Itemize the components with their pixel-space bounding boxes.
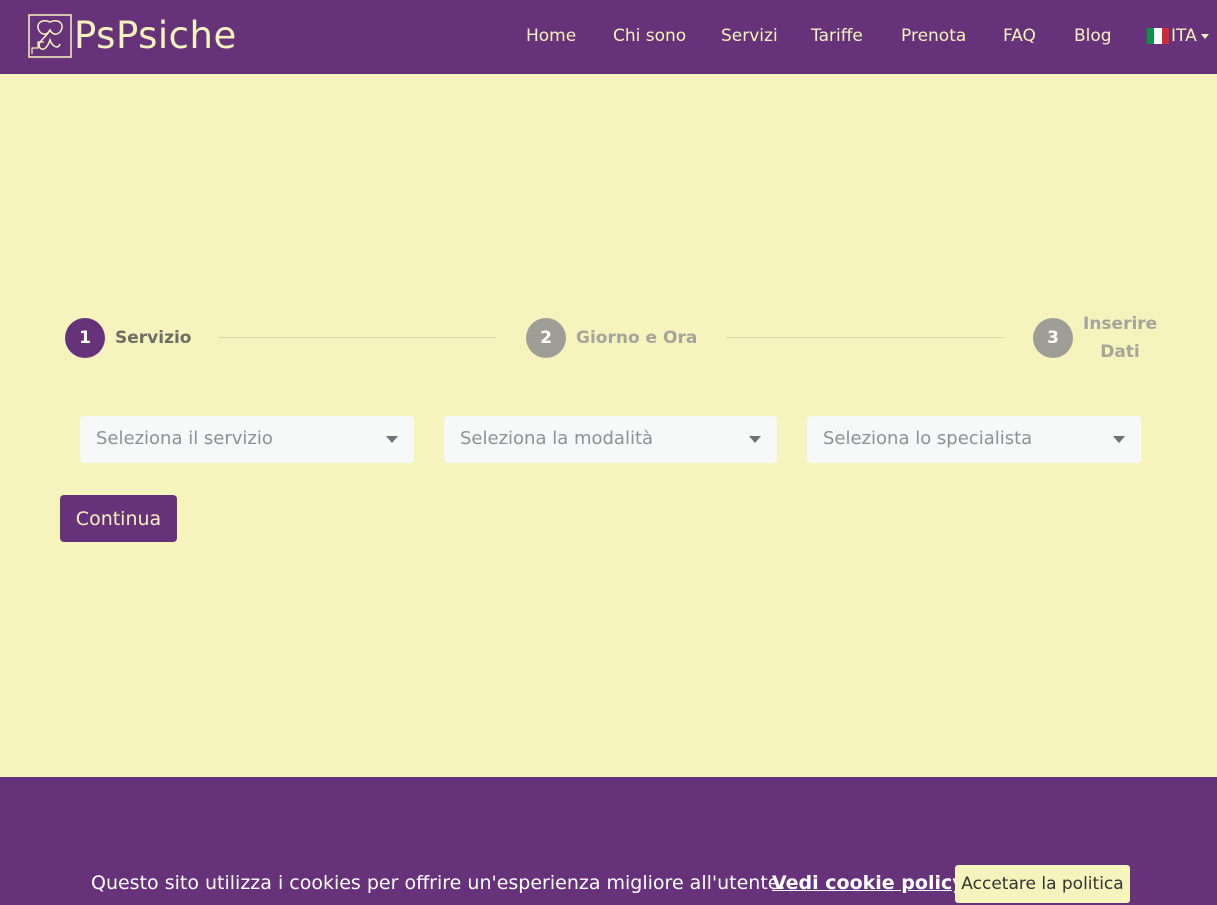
navbar: PsPsiche Home Chi sono Servizi Tariffe P…	[0, 0, 1217, 74]
nav-link-prenota[interactable]: Prenota	[901, 25, 966, 47]
cookie-banner: Questo sito utilizza i cookies per offri…	[0, 865, 1217, 903]
nav-link-servizi[interactable]: Servizi	[721, 25, 778, 47]
mode-select[interactable]: Seleziona la modalità	[444, 416, 777, 463]
specialist-select-placeholder: Seleziona lo specialista	[823, 428, 1033, 449]
step-connector	[726, 337, 1003, 338]
step-2-number: 2	[526, 318, 566, 358]
italy-flag-icon	[1147, 28, 1169, 44]
step-3-number: 3	[1033, 318, 1073, 358]
service-select[interactable]: Seleziona il servizio	[80, 416, 414, 463]
step-1-label: Servizio	[115, 328, 192, 348]
step-1-number: 1	[65, 318, 105, 358]
nav-menu: Home Chi sono Servizi Tariffe Prenota FA…	[0, 0, 1217, 74]
cookie-policy-link[interactable]: Vedi cookie policy	[772, 871, 965, 895]
step-connector	[219, 337, 496, 338]
nav-link-faq[interactable]: FAQ	[1003, 25, 1036, 47]
chevron-down-icon	[1200, 33, 1209, 39]
step-3-label-line1: Inserire	[1083, 314, 1158, 334]
chevron-down-icon	[1113, 436, 1125, 443]
service-select-placeholder: Seleziona il servizio	[96, 428, 273, 449]
nav-link-home[interactable]: Home	[526, 25, 576, 47]
continue-button[interactable]: Continua	[60, 495, 177, 542]
nav-link-chi-sono[interactable]: Chi sono	[613, 25, 686, 47]
specialist-select[interactable]: Seleziona lo specialista	[807, 416, 1141, 463]
booking-stepper: 1 Servizio 2 Giorno e Ora 3 Inserire Dat…	[0, 310, 1217, 370]
mode-select-placeholder: Seleziona la modalità	[460, 428, 654, 449]
chevron-down-icon	[749, 436, 761, 443]
language-label: ITA	[1171, 26, 1197, 46]
chevron-down-icon	[386, 436, 398, 443]
language-dropdown[interactable]: ITA	[1147, 25, 1209, 47]
nav-link-tariffe[interactable]: Tariffe	[811, 25, 863, 47]
step-2-label: Giorno e Ora	[576, 328, 698, 348]
nav-link-blog[interactable]: Blog	[1074, 25, 1112, 47]
cookie-message: Questo sito utilizza i cookies per offri…	[91, 872, 786, 894]
accept-cookies-button[interactable]: Accetare la politica	[955, 865, 1130, 903]
step-3-label-line2: Dati	[1100, 342, 1140, 362]
